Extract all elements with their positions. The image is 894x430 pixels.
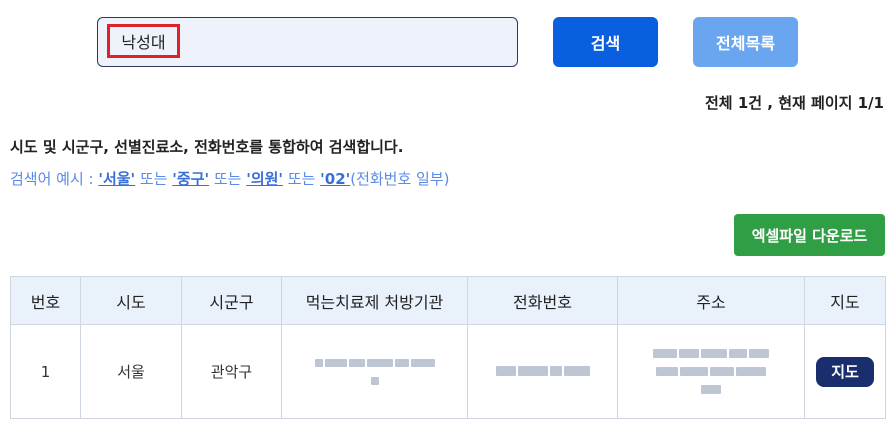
excel-download-button[interactable]: 엑셀파일 다운로드 — [734, 214, 885, 256]
example-prefix: 검색어 예시 : — [10, 170, 99, 188]
search-input[interactable]: 낙성대 — [97, 17, 518, 67]
page-summary: 전체 1건 , 현재 페이지 1/1 — [705, 94, 884, 112]
example-keyword: '서울' — [98, 170, 136, 188]
redacted-text — [485, 363, 600, 381]
redacted-text — [641, 345, 781, 399]
cell-no: 1 — [10, 324, 81, 419]
table-header-row: 번호 시도 시군구 먹는치료제 처방기관 전화번호 주소 지도 — [10, 276, 886, 325]
example-keyword: '02' — [320, 170, 351, 188]
search-help-title: 시도 및 시군구, 선별진료소, 전화번호를 통합하여 검색합니다. — [10, 138, 404, 156]
example-keyword: '의원' — [246, 170, 284, 188]
cell-map: 지도 — [804, 324, 886, 419]
map-button[interactable]: 지도 — [816, 356, 874, 387]
redacted-text — [295, 354, 455, 390]
list-all-button[interactable]: 전체목록 — [693, 17, 798, 67]
cell-sigungu: 관악구 — [181, 324, 282, 419]
header-institution: 먹는치료제 처방기관 — [281, 276, 468, 325]
cell-address-redacted — [617, 324, 805, 419]
example-suffix: (전화번호 일부) — [350, 170, 450, 188]
cell-phone-redacted — [467, 324, 618, 419]
example-joiner: 또는 — [135, 170, 173, 188]
header-sido: 시도 — [80, 276, 182, 325]
header-sigungu: 시군구 — [181, 276, 282, 325]
example-joiner: 또는 — [209, 170, 247, 188]
example-joiner: 또는 — [283, 170, 321, 188]
cell-sido: 서울 — [80, 324, 182, 419]
search-help-example: 검색어 예시 : '서울' 또는 '중구' 또는 '의원' 또는 '02'(전화… — [10, 168, 450, 189]
header-no: 번호 — [10, 276, 81, 325]
header-phone: 전화번호 — [467, 276, 618, 325]
cell-institution-redacted — [281, 324, 468, 419]
example-keyword: '중구' — [172, 170, 210, 188]
header-map: 지도 — [804, 276, 886, 325]
results-table: 번호 시도 시군구 먹는치료제 처방기관 전화번호 주소 지도 1 서울 관악구 — [10, 276, 886, 419]
search-button[interactable]: 검색 — [553, 17, 658, 67]
header-address: 주소 — [617, 276, 805, 325]
search-input-value: 낙성대 — [107, 24, 180, 58]
table-row: 1 서울 관악구 지도 — [10, 324, 886, 419]
